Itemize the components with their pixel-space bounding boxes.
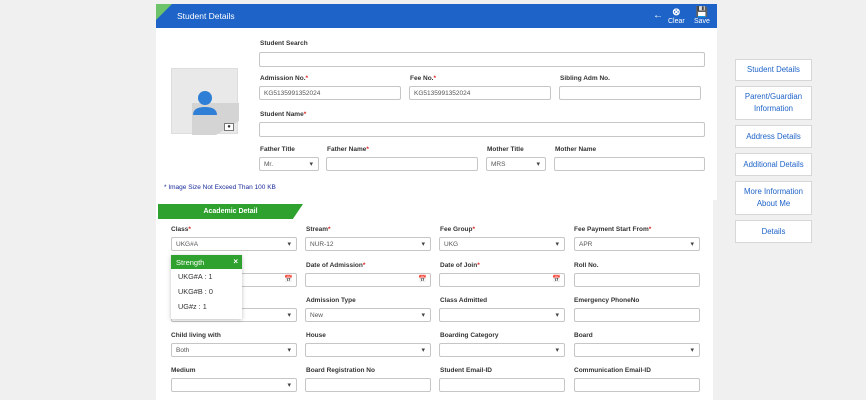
admission-no-input[interactable]: KG5135991352024 xyxy=(259,86,401,100)
list-item: UKG#B : 0 xyxy=(178,287,213,296)
admission-no-label: Admission No.* xyxy=(260,75,309,82)
fee-no-label: Fee No.* xyxy=(410,75,437,82)
class-label: Class* xyxy=(171,226,191,233)
boarding-category-label: Boarding Category xyxy=(440,332,499,339)
student-name-label: Student Name* xyxy=(260,111,307,118)
camera-icon[interactable]: ● xyxy=(224,123,234,131)
class-admitted-select[interactable] xyxy=(439,308,565,322)
stream-select[interactable]: NUR-12 xyxy=(305,237,431,251)
mother-name-input[interactable] xyxy=(554,157,705,171)
close-icon[interactable]: × xyxy=(233,257,238,266)
image-size-note: * Image Size Not Exceed Than 100 KB xyxy=(164,184,276,191)
student-details-card: Student Details ← ⊗ Clear 💾 Save Student… xyxy=(156,4,717,200)
side-nav-additional-details[interactable]: Additional Details xyxy=(735,153,812,176)
student-search-label: Student Search xyxy=(260,40,308,47)
save-icon: 💾 xyxy=(695,7,709,18)
side-nav-address-details[interactable]: Address Details xyxy=(735,125,812,148)
student-photo[interactable]: ● xyxy=(171,68,239,135)
boarding-category-select[interactable] xyxy=(439,343,565,357)
page-title: Student Details xyxy=(177,11,235,21)
father-title-label: Father Title xyxy=(260,146,295,153)
fee-start-label: Fee Payment Start From* xyxy=(574,226,652,233)
date-of-join-input[interactable] xyxy=(439,273,565,287)
medium-label: Medium xyxy=(171,367,196,374)
side-nav-more-information[interactable]: More Information About Me xyxy=(735,181,812,215)
student-email-label: Student Email-ID xyxy=(440,367,493,374)
date-of-admission-input[interactable] xyxy=(305,273,431,287)
mother-name-label: Mother Name xyxy=(555,146,597,153)
fee-group-select[interactable]: UKG xyxy=(439,237,565,251)
student-email-input[interactable] xyxy=(439,378,565,392)
class-select[interactable]: UKG#A xyxy=(171,237,297,251)
fee-start-select[interactable]: APR xyxy=(574,237,700,251)
student-search-input[interactable] xyxy=(259,52,705,67)
strength-popup: Strength × UKG#A : 1 UKG#B : 0 UG#z : 1 xyxy=(171,255,242,319)
side-nav-student-details[interactable]: Student Details xyxy=(735,59,812,81)
card-header: Student Details ← ⊗ Clear 💾 Save xyxy=(156,4,717,28)
medium-select[interactable] xyxy=(171,378,297,392)
board-select[interactable] xyxy=(574,343,700,357)
mother-title-select[interactable]: MRS xyxy=(486,157,546,171)
doj-label: Date of Join* xyxy=(440,262,480,269)
board-reg-label: Board Registration No xyxy=(306,367,375,374)
strength-popup-title: Strength xyxy=(176,258,205,267)
emergency-phone-input[interactable] xyxy=(574,308,700,322)
fee-group-label: Fee Group* xyxy=(440,226,476,233)
admission-type-select[interactable]: New xyxy=(305,308,431,322)
roll-no-input[interactable] xyxy=(574,273,700,287)
doa-label: Date of Admission* xyxy=(306,262,366,269)
child-living-select[interactable]: Both xyxy=(171,343,297,357)
student-name-input[interactable] xyxy=(259,122,705,137)
strength-popup-header: Strength × xyxy=(171,255,242,269)
house-label: House xyxy=(306,332,326,339)
list-item: UKG#A : 1 xyxy=(178,272,213,281)
father-name-label: Father Name* xyxy=(327,146,369,153)
father-title-select[interactable]: Mr. xyxy=(259,157,319,171)
father-name-input[interactable] xyxy=(326,157,478,171)
stream-label: Stream* xyxy=(306,226,331,233)
clear-icon: ⊗ xyxy=(672,7,681,18)
save-button[interactable]: 💾 Save xyxy=(694,7,710,26)
child-living-label: Child living with xyxy=(171,332,221,339)
admission-type-label: Admission Type xyxy=(306,297,356,304)
mother-title-label: Mother Title xyxy=(487,146,524,153)
emergency-phone-label: Emergency PhoneNo xyxy=(574,297,640,304)
back-arrow-icon[interactable]: ← xyxy=(653,10,663,21)
communication-email-input[interactable] xyxy=(574,378,700,392)
roll-no-label: Roll No. xyxy=(574,262,599,269)
tab-academic-detail[interactable]: Academic Detail xyxy=(158,204,303,219)
side-nav-parent-guardian[interactable]: Parent/Guardian Information xyxy=(735,86,812,120)
board-reg-input[interactable] xyxy=(305,378,431,392)
class-admitted-label: Class Admitted xyxy=(440,297,488,304)
house-select[interactable] xyxy=(305,343,431,357)
communication-email-label: Communication Email-ID xyxy=(574,367,651,374)
list-item: UG#z : 1 xyxy=(178,302,207,311)
board-label: Board xyxy=(574,332,593,339)
fee-no-input[interactable]: KG5135991352024 xyxy=(409,86,551,100)
sibling-adm-label: Sibling Adm No. xyxy=(560,75,610,82)
header-corner-accent xyxy=(156,4,172,20)
sibling-adm-input[interactable] xyxy=(559,86,701,100)
side-nav-details[interactable]: Details xyxy=(735,220,812,243)
clear-button[interactable]: ⊗ Clear xyxy=(668,7,685,26)
